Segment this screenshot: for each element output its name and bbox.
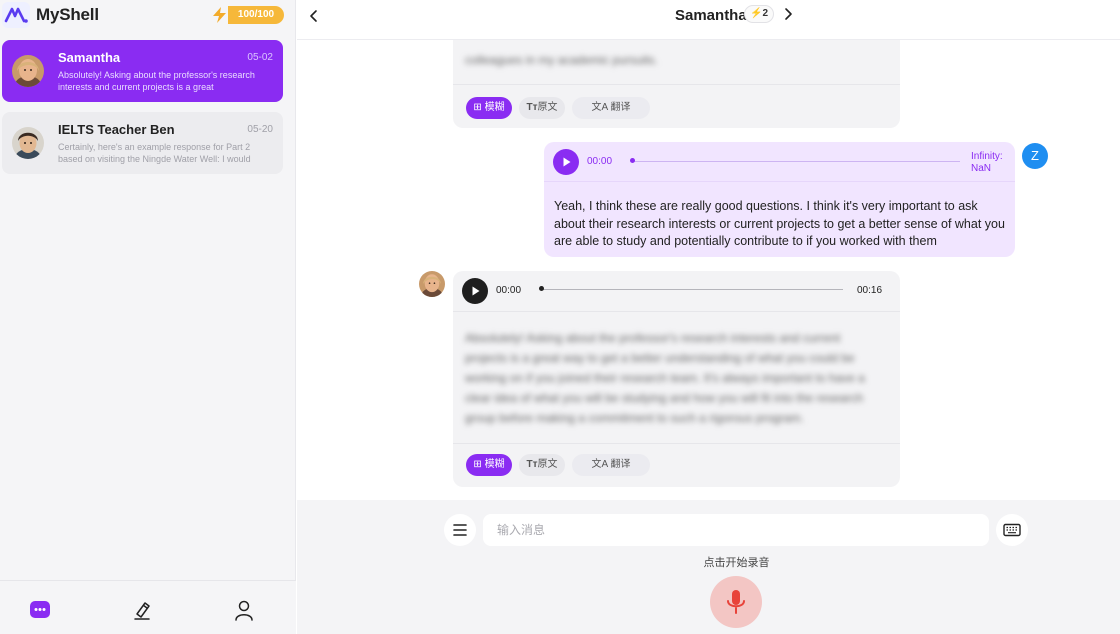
bot-message-card: 00:00 00:16 Absolutely! Asking about the…: [453, 271, 900, 487]
card-divider: [453, 84, 900, 85]
audio-current-time: 00:00: [496, 285, 522, 296]
text-icon: Tт: [526, 102, 538, 113]
audio-duration: Infinity: NaN: [971, 151, 1003, 175]
play-button[interactable]: [553, 149, 579, 175]
chat-date: 05-02: [247, 52, 273, 63]
brand-header: MyShell 100/100: [0, 0, 296, 32]
user-avatar: Z: [1022, 143, 1048, 169]
chat-item-samantha[interactable]: Samantha 05-02 Absolutely! Asking about …: [2, 40, 283, 102]
original-label: 原文: [537, 459, 558, 470]
audio-current-time: 00:00: [587, 156, 613, 167]
audio-progress-track[interactable]: [632, 161, 960, 162]
chat-title: Samantha: [675, 7, 747, 24]
chat-name: IELTS Teacher Ben: [58, 122, 175, 137]
play-icon: [472, 286, 480, 296]
chat-date: 05-20: [247, 124, 273, 135]
ben-avatar-image: [12, 127, 44, 159]
record-hint: 点击开始录音: [703, 557, 770, 569]
bottom-nav: [0, 580, 296, 634]
original-label: 原文: [537, 102, 558, 113]
blur-toggle-button[interactable]: ⊞ 模糊: [466, 97, 512, 119]
chevron-left-icon[interactable]: [307, 9, 321, 23]
chevron-right-icon[interactable]: [781, 7, 795, 21]
chat-panel: Samantha ⚡2 colleagues in my academic pu…: [297, 0, 1120, 634]
user-message-text: Yeah, I think these are really good ques…: [554, 199, 1005, 248]
blur-label: 模糊: [484, 102, 505, 113]
record-button[interactable]: [710, 576, 762, 628]
chat-name: Samantha: [58, 50, 121, 65]
microphone-icon: [727, 590, 745, 614]
play-icon: [563, 157, 571, 167]
audio-player: 00:00 Infinity: NaN: [544, 142, 1015, 182]
translate-icon: 文A: [591, 102, 611, 113]
audio-progress-track[interactable]: [541, 289, 843, 290]
card-divider: [453, 443, 900, 444]
audio-progress-handle[interactable]: [539, 286, 544, 291]
message-input[interactable]: [483, 514, 989, 546]
chat-header: Samantha ⚡2: [297, 0, 1120, 40]
sidebar: MyShell 100/100 Samantha 05-02 Absolutel…: [0, 0, 296, 634]
brand-name: MyShell: [36, 5, 99, 24]
original-text-button[interactable]: Tт原文: [519, 97, 565, 119]
audio-duration-line2: NaN: [971, 163, 992, 174]
lightning-icon: ⚡: [749, 8, 763, 19]
audio-duration: 00:16: [857, 285, 883, 296]
energy-badge[interactable]: 100/100: [210, 6, 284, 24]
profile-icon[interactable]: [233, 599, 255, 621]
chat-bubble-icon[interactable]: [29, 599, 51, 621]
grid-icon: ⊞: [473, 102, 485, 113]
play-button[interactable]: [462, 278, 488, 304]
translate-label: 翻译: [610, 459, 631, 470]
bot-avatar: [419, 271, 445, 297]
original-text-button[interactable]: Tт原文: [519, 454, 565, 476]
chat-item-ielts-teacher-ben[interactable]: IELTS Teacher Ben 05-20 Certainly, here'…: [2, 112, 283, 174]
message-text-blurred: Absolutely! Asking about the professor's…: [465, 331, 865, 425]
audio-duration-line1: Infinity:: [971, 151, 1003, 162]
translate-icon: 文A: [591, 459, 611, 470]
samantha-avatar-image: [12, 55, 44, 87]
keyboard-toggle-button[interactable]: [996, 514, 1028, 546]
menu-button[interactable]: [444, 514, 476, 546]
translate-label: 翻译: [610, 102, 631, 113]
create-pen-icon[interactable]: [131, 599, 153, 621]
chat-preview: Absolutely! Asking about the professor's…: [58, 70, 255, 92]
card-divider: [453, 311, 900, 312]
audio-progress-handle[interactable]: [630, 158, 635, 163]
energy-cost: 2: [762, 8, 768, 19]
blur-label: 模糊: [484, 459, 505, 470]
text-icon: Tт: [526, 459, 538, 470]
lightning-icon: [213, 7, 226, 23]
samantha-avatar-image: [419, 271, 445, 297]
translate-button[interactable]: 文A 翻译: [572, 97, 650, 119]
energy-count: 100/100: [228, 6, 284, 24]
composer: 点击开始录音: [297, 500, 1120, 634]
grid-icon: ⊞: [473, 459, 485, 470]
chat-preview: Certainly, here's an example response fo…: [58, 142, 251, 164]
avatar: [12, 127, 44, 159]
myshell-logo-icon: [2, 2, 30, 28]
message-text-blurred: colleagues in my academic pursuits.: [465, 53, 658, 67]
avatar: [12, 55, 44, 87]
translate-button[interactable]: 文A 翻译: [572, 454, 650, 476]
blur-toggle-button[interactable]: ⊞ 模糊: [466, 454, 512, 476]
hamburger-icon: [453, 524, 467, 536]
user-message-card: 00:00 Infinity: NaN Yeah, I think these …: [544, 142, 1015, 257]
keyboard-icon: [1003, 523, 1021, 537]
energy-cost-badge: ⚡2: [744, 5, 774, 23]
